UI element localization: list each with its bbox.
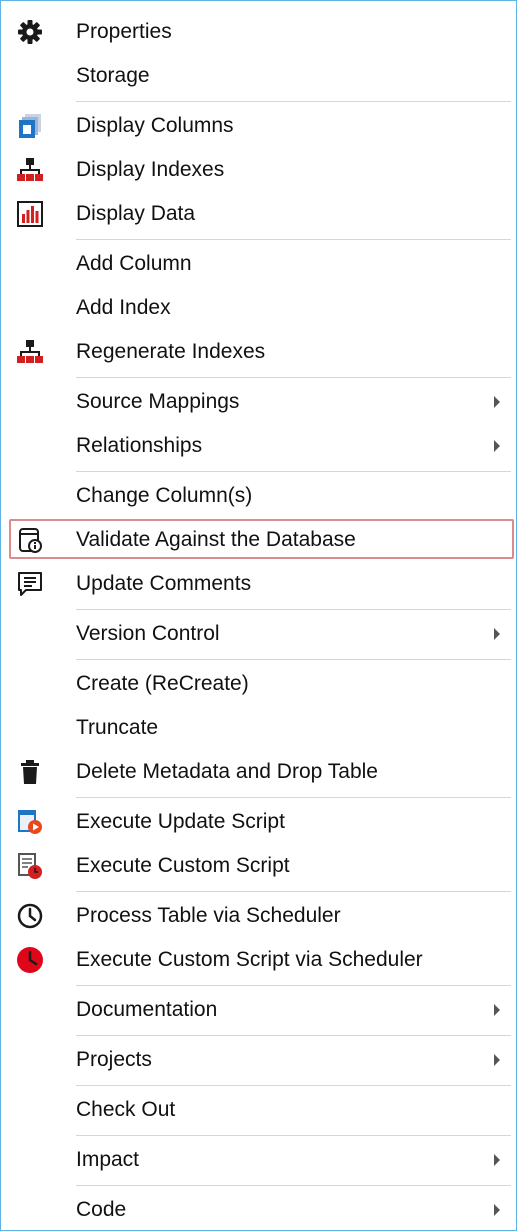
menu-item-display-data[interactable]: Display Data	[1, 192, 516, 236]
menu-item-label: Version Control	[76, 622, 220, 645]
menu-item-execute-custom-script[interactable]: Execute Custom Script	[1, 844, 516, 888]
menu-item-label: Relationships	[76, 434, 203, 457]
indexes-tree-icon	[17, 158, 43, 181]
menu-separator	[76, 1035, 511, 1036]
menu-item-label: Check Out	[76, 1098, 176, 1121]
menu-item-label: Delete Metadata and Drop Table	[76, 760, 378, 783]
menu-separator	[76, 891, 511, 892]
menu-item-label: Process Table via Scheduler	[76, 904, 341, 927]
menu-item-label: Regenerate Indexes	[76, 340, 266, 363]
menu-item-label: Properties	[76, 20, 172, 43]
menu-item-label: Impact	[76, 1148, 140, 1171]
menu-item-display-indexes[interactable]: Display Indexes	[1, 148, 516, 192]
menu-item-label: Display Indexes	[76, 158, 225, 181]
submenu-arrow-icon	[494, 628, 500, 640]
menu-separator	[76, 797, 511, 798]
menu-item-process-table-via-scheduler[interactable]: Process Table via Scheduler	[1, 894, 516, 938]
menu-item-label: Code	[76, 1198, 127, 1221]
menu-item-label: Documentation	[76, 998, 218, 1021]
submenu-arrow-icon	[494, 1204, 500, 1216]
submenu-arrow-icon	[494, 1054, 500, 1066]
menu-item-label: Validate Against the Database	[76, 528, 356, 551]
red-clock-icon	[17, 947, 43, 973]
menu-item-change-columns[interactable]: Change Column(s)	[1, 474, 516, 518]
menu-separator	[76, 1135, 511, 1136]
menu-separator	[76, 985, 511, 986]
display-data-chart-icon	[17, 201, 43, 227]
menu-item-impact[interactable]: Impact	[1, 1138, 516, 1182]
submenu-arrow-icon	[494, 1004, 500, 1016]
menu-item-label: Projects	[76, 1048, 152, 1071]
menu-item-check-out[interactable]: Check Out	[1, 1088, 516, 1132]
menu-item-projects[interactable]: Projects	[1, 1038, 516, 1082]
menu-separator	[76, 377, 511, 378]
menu-item-label: Change Column(s)	[76, 484, 253, 507]
clock-icon	[17, 903, 43, 929]
menu-item-add-column[interactable]: Add Column	[1, 242, 516, 286]
menu-item-label: Execute Update Script	[76, 810, 285, 833]
regenerate-indexes-icon	[17, 340, 43, 363]
menu-item-label: Create (ReCreate)	[76, 672, 249, 695]
display-columns-icon	[19, 114, 41, 138]
menu-item-version-control[interactable]: Version Control	[1, 612, 516, 656]
comments-icon	[18, 572, 42, 596]
execute-custom-script-icon	[18, 853, 42, 879]
menu-item-label: Update Comments	[76, 572, 252, 595]
menu-separator	[76, 471, 511, 472]
menu-item-delete-metadata-drop-table[interactable]: Delete Metadata and Drop Table	[1, 750, 516, 794]
menu-item-documentation[interactable]: Documentation	[1, 988, 516, 1032]
menu-separator	[76, 1185, 511, 1186]
menu-item-execute-custom-script-via-scheduler[interactable]: Execute Custom Script via Scheduler	[1, 938, 516, 982]
menu-item-code[interactable]: Code	[1, 1188, 516, 1232]
menu-separator	[76, 101, 511, 102]
menu-item-create-recreate[interactable]: Create (ReCreate)	[1, 662, 516, 706]
menu-separator	[76, 659, 511, 660]
gear-icon	[18, 20, 42, 44]
menu-item-source-mappings[interactable]: Source Mappings	[1, 380, 516, 424]
menu-item-validate-against-database[interactable]: Validate Against the Database	[1, 518, 516, 562]
menu-separator	[76, 239, 511, 240]
menu-item-properties[interactable]: Properties	[1, 10, 516, 54]
context-menu: Properties Storage Display Columns Displ…	[0, 0, 517, 1231]
menu-item-label: Truncate	[76, 716, 159, 739]
menu-item-display-columns[interactable]: Display Columns	[1, 104, 516, 148]
menu-item-label: Source Mappings	[76, 390, 240, 413]
submenu-arrow-icon	[494, 1154, 500, 1166]
menu-item-label: Add Column	[76, 252, 192, 275]
trash-icon	[21, 760, 39, 784]
menu-item-relationships[interactable]: Relationships	[1, 424, 516, 468]
menu-item-label: Execute Custom Script via Scheduler	[76, 948, 423, 971]
validate-database-icon	[19, 528, 42, 553]
menu-item-storage[interactable]: Storage	[1, 54, 516, 98]
menu-item-label: Display Data	[76, 202, 196, 225]
menu-item-execute-update-script[interactable]: Execute Update Script	[1, 800, 516, 844]
menu-item-add-index[interactable]: Add Index	[1, 286, 516, 330]
menu-item-label: Display Columns	[76, 114, 234, 137]
menu-item-truncate[interactable]: Truncate	[1, 706, 516, 750]
menu-item-label: Add Index	[76, 296, 171, 319]
execute-update-script-icon	[18, 810, 42, 834]
menu-item-regenerate-indexes[interactable]: Regenerate Indexes	[1, 330, 516, 374]
submenu-arrow-icon	[494, 440, 500, 452]
menu-item-label: Storage	[76, 64, 150, 87]
menu-separator	[76, 609, 511, 610]
submenu-arrow-icon	[494, 396, 500, 408]
menu-item-update-comments[interactable]: Update Comments	[1, 562, 516, 606]
menu-separator	[76, 1085, 511, 1086]
menu-item-label: Execute Custom Script	[76, 854, 290, 877]
